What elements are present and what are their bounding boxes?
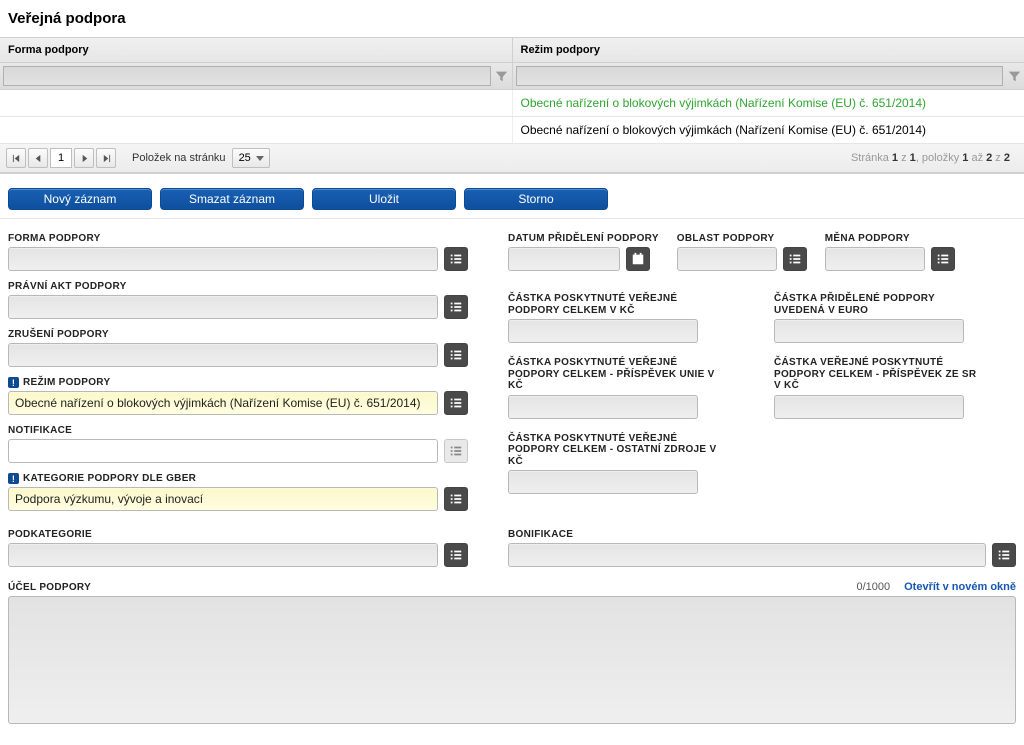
- label-rezim: ! REŽIM PODPORY: [8, 377, 484, 388]
- list-icon[interactable]: [992, 543, 1016, 567]
- unie-kc-input[interactable]: [508, 395, 698, 419]
- filter-icon[interactable]: [1007, 69, 1021, 83]
- kategorie-input[interactable]: [8, 487, 438, 511]
- sr-kc-input[interactable]: [774, 395, 964, 419]
- list-icon[interactable]: [783, 247, 807, 271]
- char-counter: 0/1000: [856, 581, 890, 593]
- grid-body: Obecné nařízení o blokových výjimkách (N…: [0, 90, 1024, 144]
- required-icon: !: [8, 377, 19, 388]
- label-forma-podpory: FORMA PODPORY: [8, 233, 484, 244]
- rezim-input[interactable]: [8, 391, 438, 415]
- podkategorie-input[interactable]: [8, 543, 438, 567]
- calendar-icon[interactable]: [626, 247, 650, 271]
- new-record-button[interactable]: Nový záznam: [8, 188, 152, 210]
- form: FORMA PODPORY PRÁVNÍ AKT PODPORY ZRUŠENÍ…: [0, 219, 1024, 529]
- save-button[interactable]: Uložit: [312, 188, 456, 210]
- pager: Položek na stránku 25 Stránka 1 z 1, pol…: [0, 144, 1024, 173]
- notifikace-input[interactable]: [8, 439, 438, 463]
- pager-last-button[interactable]: [96, 148, 116, 168]
- t: z: [992, 152, 1004, 164]
- label-oblast: OBLAST PODPORY: [677, 233, 807, 244]
- ucel-textarea[interactable]: [8, 596, 1016, 724]
- label-celkem-kc: ČÁSTKA POSKYTNUTÉ VEŘEJNÉ PODPORY CELKEM…: [508, 293, 718, 316]
- page-title: Veřejná podpora: [0, 0, 1024, 37]
- label-kategorie: ! KATEGORIE PODPORY DLE GBER: [8, 473, 484, 484]
- table-row[interactable]: Obecné nařízení o blokových výjimkách (N…: [0, 117, 1024, 144]
- col-header-rezim[interactable]: Režim podpory: [513, 38, 1024, 62]
- list-icon[interactable]: [444, 343, 468, 367]
- t: Stránka: [851, 152, 892, 164]
- zruseni-input[interactable]: [8, 343, 438, 367]
- t: REŽIM PODPORY: [23, 377, 110, 388]
- table-row[interactable]: Obecné nařízení o blokových výjimkách (N…: [0, 90, 1024, 117]
- grid-filter-row: [0, 63, 1024, 90]
- datum-input[interactable]: [508, 247, 620, 271]
- grid-header: Forma podpory Režim podpory: [0, 38, 1024, 63]
- list-icon[interactable]: [444, 295, 468, 319]
- cell-rezim: Obecné nařízení o blokových výjimkách (N…: [513, 90, 1024, 116]
- filter-rezim-input[interactable]: [516, 66, 1004, 86]
- t: 2: [1004, 152, 1010, 164]
- oblast-input[interactable]: [677, 247, 777, 271]
- required-icon: !: [8, 473, 19, 484]
- perpage-label: Položek na stránku: [132, 152, 226, 164]
- label-notifikace: NOTIFIKACE: [8, 425, 484, 436]
- list-icon[interactable]: [444, 439, 468, 463]
- label-ostatni-kc: ČÁSTKA POSKYTNUTÉ VEŘEJNÉ PODPORY CELKEM…: [508, 433, 718, 468]
- cell-forma: [0, 90, 513, 116]
- pager-info: Stránka 1 z 1, položky 1 až 2 z 2: [851, 152, 1018, 164]
- cell-forma: [0, 117, 513, 143]
- delete-record-button[interactable]: Smazat záznam: [160, 188, 304, 210]
- t: z: [898, 152, 910, 164]
- mena-input[interactable]: [825, 247, 925, 271]
- cell-rezim: Obecné nařízení o blokových výjimkách (N…: [513, 117, 1024, 143]
- pravni-akt-input[interactable]: [8, 295, 438, 319]
- label-mena: MĚNA PODPORY: [825, 233, 955, 244]
- filter-icon[interactable]: [495, 69, 509, 83]
- celkem-kc-input[interactable]: [508, 319, 698, 343]
- t: KATEGORIE PODPORY DLE GBER: [23, 473, 196, 484]
- label-unie-kc: ČÁSTKA POSKYTNUTÉ VEŘEJNÉ PODPORY CELKEM…: [508, 357, 718, 392]
- forma-podpory-input[interactable]: [8, 247, 438, 271]
- label-zruseni: ZRUŠENÍ PODPORY: [8, 329, 484, 340]
- pager-first-button[interactable]: [6, 148, 26, 168]
- label-pravni-akt: PRÁVNÍ AKT PODPORY: [8, 281, 484, 292]
- grid: Forma podpory Režim podpory Obecné naříz…: [0, 37, 1024, 174]
- ostatni-kc-input[interactable]: [508, 470, 698, 494]
- bonifikace-input[interactable]: [508, 543, 986, 567]
- perpage-select[interactable]: 25: [232, 148, 270, 168]
- filter-forma-input[interactable]: [3, 66, 491, 86]
- euro-input[interactable]: [774, 319, 964, 343]
- t: až: [968, 152, 986, 164]
- list-icon[interactable]: [444, 391, 468, 415]
- col-header-forma[interactable]: Forma podpory: [0, 38, 513, 62]
- open-in-new-window-link[interactable]: Otevřít v novém okně: [904, 581, 1016, 593]
- t: , položky: [916, 152, 962, 164]
- pager-next-button[interactable]: [74, 148, 94, 168]
- pager-page-input[interactable]: [50, 148, 72, 168]
- label-datum: DATUM PŘIDĚLENÍ PODPORY: [508, 233, 659, 244]
- list-icon[interactable]: [931, 247, 955, 271]
- cancel-button[interactable]: Storno: [464, 188, 608, 210]
- list-icon[interactable]: [444, 487, 468, 511]
- pager-prev-button[interactable]: [28, 148, 48, 168]
- list-icon[interactable]: [444, 543, 468, 567]
- button-row: Nový záznam Smazat záznam Uložit Storno: [0, 174, 1024, 219]
- label-podkategorie: PODKATEGORIE: [8, 529, 484, 540]
- list-icon[interactable]: [444, 247, 468, 271]
- label-euro: ČÁSTKA PŘIDĚLENÉ PODPORY UVEDENÁ V EURO: [774, 293, 984, 316]
- label-sr-kc: ČÁSTKA VEŘEJNÉ POSKYTNUTÉ PODPORY CELKEM…: [774, 357, 984, 392]
- label-bonifikace: BONIFIKACE: [508, 529, 1016, 540]
- label-ucel: ÚČEL PODPORY: [8, 582, 91, 593]
